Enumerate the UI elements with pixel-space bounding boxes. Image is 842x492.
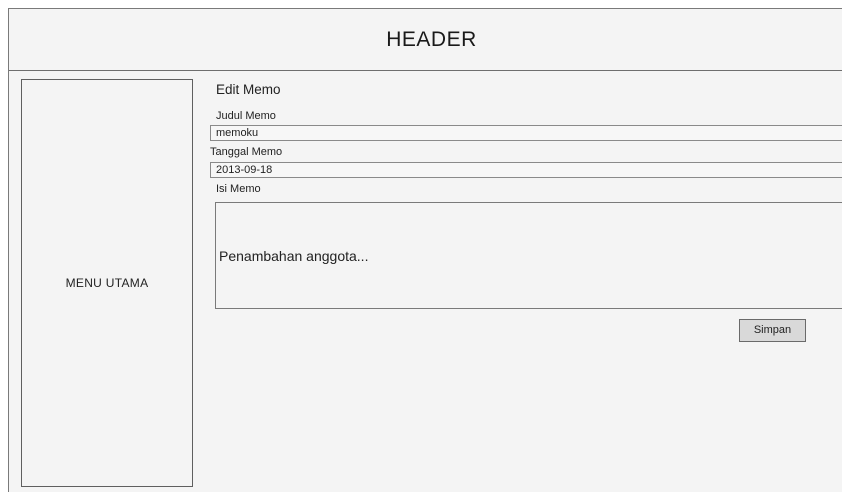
memo-date-label: Tanggal Memo bbox=[210, 146, 283, 158]
memo-body-label: Isi Memo bbox=[216, 183, 261, 195]
memo-title-label: Judul Memo bbox=[216, 110, 276, 122]
memo-body-text: Penambahan anggota... bbox=[219, 248, 369, 264]
memo-date-field[interactable]: 2013-09-18 bbox=[210, 162, 842, 178]
main-menu-panel[interactable]: MENU UTAMA bbox=[21, 79, 193, 487]
save-button[interactable]: Simpan bbox=[739, 319, 806, 342]
memo-body-textarea[interactable]: Penambahan anggota... bbox=[215, 202, 842, 309]
form-title: Edit Memo bbox=[216, 82, 281, 97]
memo-title-field[interactable]: memoku bbox=[210, 125, 842, 141]
main-menu-label: MENU UTAMA bbox=[65, 276, 149, 290]
header-title: HEADER bbox=[386, 28, 477, 51]
header-bar: HEADER bbox=[9, 9, 842, 71]
